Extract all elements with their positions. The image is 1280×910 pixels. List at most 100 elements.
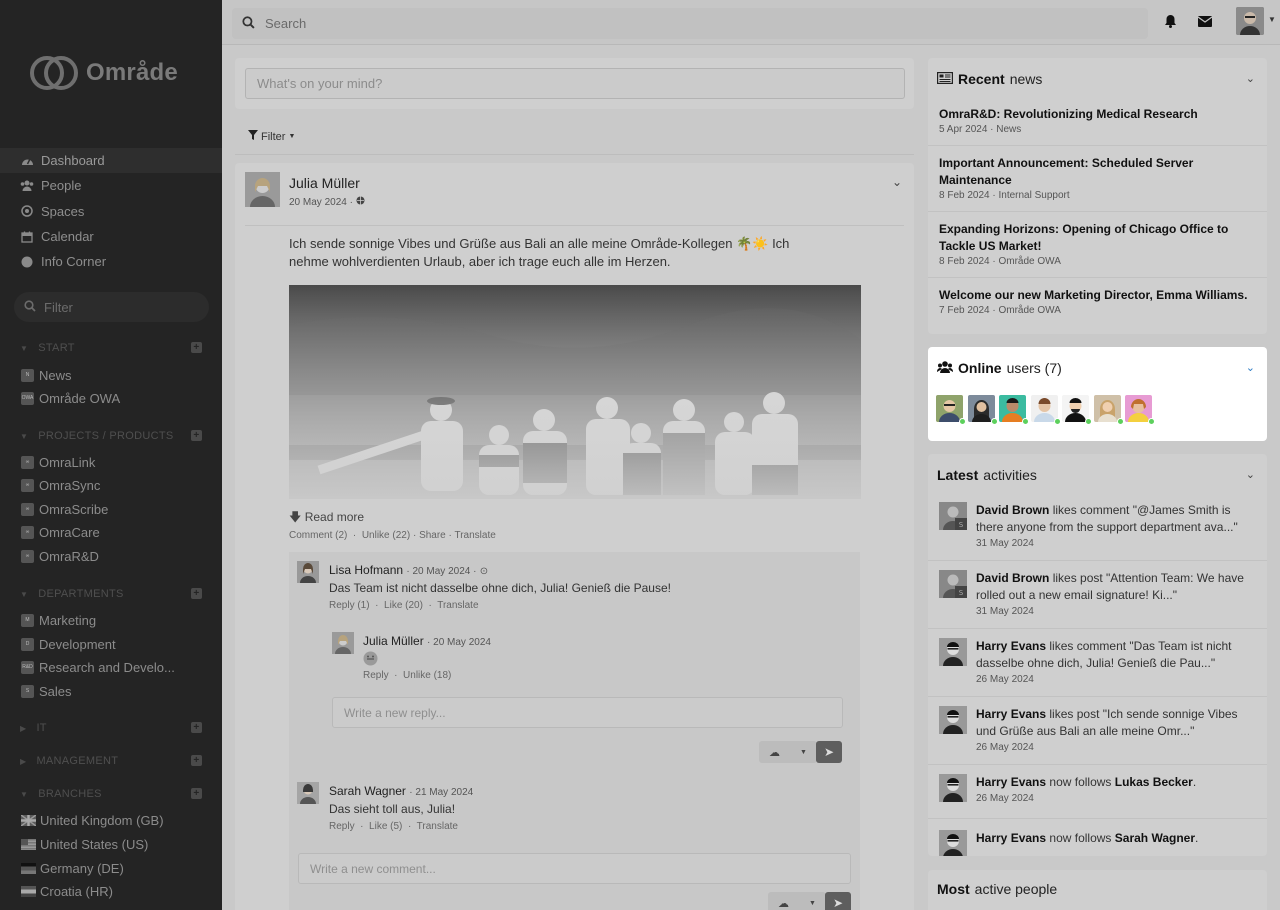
space-hr[interactable]: Croatia (HR)	[21, 881, 113, 901]
post-date[interactable]: 20 May 2024 ·	[289, 197, 353, 208]
chevron-down-icon[interactable]: ▼	[1268, 15, 1276, 24]
space-development[interactable]: D Development	[21, 634, 116, 654]
upload-button[interactable]: ☁ ▼	[759, 741, 817, 763]
activity-target[interactable]: Sarah Wagner	[1115, 831, 1195, 845]
space-omrard[interactable]: ∞ OmraR&D	[21, 546, 99, 566]
user-avatar[interactable]	[1236, 7, 1264, 35]
like-link[interactable]: Like (5)	[369, 821, 402, 832]
space-research[interactable]: R&D Research and Develo...	[21, 657, 175, 677]
activity-item[interactable]: Harry Evans likes post "Ich sende sonnig…	[939, 706, 1259, 756]
bell-icon[interactable]	[1164, 14, 1177, 31]
envelope-icon[interactable]	[1197, 14, 1213, 30]
space-us[interactable]: United States (US)	[21, 834, 148, 854]
section-branches[interactable]: ▼ BRANCHES +	[20, 786, 202, 802]
section-projects[interactable]: ▼ PROJECTS / PRODUCTS +	[20, 428, 202, 444]
space-de[interactable]: Germany (DE)	[21, 858, 124, 878]
comment-input[interactable]: Write a new comment...	[298, 853, 851, 884]
avatar[interactable]	[297, 561, 319, 583]
news-item[interactable]: Expanding Horizons: Opening of Chicago O…	[939, 221, 1257, 267]
activity-item[interactable]: S David Brown likes post "Attention Team…	[939, 570, 1259, 620]
avatar[interactable]	[297, 782, 319, 804]
section-management[interactable]: ▶ MANAGEMENT +	[20, 753, 202, 769]
send-comment-button[interactable]: ➤	[825, 892, 851, 910]
space-marketing[interactable]: M Marketing	[21, 610, 96, 630]
upload-button[interactable]: ☁ ▼	[768, 892, 826, 910]
like-link[interactable]: Like (20)	[384, 600, 423, 611]
online-user-avatar[interactable]	[1094, 395, 1121, 422]
online-user-avatar[interactable]	[936, 395, 963, 422]
chevron-down-icon[interactable]: ⌄	[1246, 361, 1255, 374]
logo[interactable]: Område	[30, 56, 178, 90]
activity-item[interactable]: S David Brown likes comment "@James Smit…	[939, 502, 1259, 552]
news-item[interactable]: Welcome our new Marketing Director, Emma…	[939, 287, 1257, 316]
translate-link[interactable]: Translate	[454, 530, 495, 541]
filter-button[interactable]: Filter ▼	[248, 130, 295, 143]
online-user-avatar[interactable]	[1125, 395, 1152, 422]
space-omralink[interactable]: ∞ OmraLink	[21, 452, 95, 472]
nav-info-corner[interactable]: Info Corner	[0, 249, 222, 274]
space-omrasync[interactable]: ∞ OmraSync	[21, 475, 100, 495]
chevron-down-icon[interactable]: ⌄	[892, 175, 902, 189]
space-omrascribe[interactable]: ∞ OmraScribe	[21, 499, 108, 519]
nav-spaces[interactable]: Spaces	[0, 199, 222, 224]
online-user-avatar[interactable]	[999, 395, 1026, 422]
comment-date[interactable]: · 21 May 2024	[409, 787, 473, 798]
space-news[interactable]: N News	[21, 365, 72, 385]
post-image[interactable]	[289, 285, 861, 499]
add-space-icon[interactable]: +	[191, 588, 202, 599]
activity-target[interactable]: Lukas Becker	[1115, 775, 1193, 789]
avatar[interactable]	[332, 632, 354, 654]
online-user-avatar[interactable]	[1062, 395, 1089, 422]
translate-link[interactable]: Translate	[437, 600, 478, 611]
avatar[interactable]	[245, 172, 280, 207]
comment-date[interactable]: · 20 May 2024 ·	[406, 566, 476, 577]
comment-author-name[interactable]: Sarah Wagner	[329, 784, 406, 798]
reply-date[interactable]: · 20 May 2024	[427, 637, 491, 648]
activity-user[interactable]: Harry Evans	[976, 831, 1046, 845]
space-omrade-owa[interactable]: OWA Område OWA	[21, 388, 120, 408]
space-omracare[interactable]: ∞ OmraCare	[21, 522, 100, 542]
activity-item[interactable]: Harry Evans now follows Lukas Becker. 26…	[939, 774, 1259, 810]
space-uk[interactable]: United Kingdom (GB)	[21, 810, 164, 830]
activity-user[interactable]: David Brown	[976, 503, 1049, 517]
unlike-link[interactable]: Unlike (22)	[362, 530, 410, 541]
add-space-icon[interactable]: +	[191, 722, 202, 733]
activity-user[interactable]: Harry Evans	[976, 707, 1046, 721]
nav-calendar[interactable]: Calendar	[0, 224, 222, 249]
add-space-icon[interactable]: +	[191, 788, 202, 799]
activity-item[interactable]: Harry Evans now follows Sarah Wagner.	[939, 830, 1259, 856]
section-it[interactable]: ▶ IT +	[20, 720, 202, 736]
add-space-icon[interactable]: +	[191, 342, 202, 353]
add-space-icon[interactable]: +	[191, 430, 202, 441]
activity-user[interactable]: Harry Evans	[976, 775, 1046, 789]
nav-dashboard[interactable]: Dashboard	[0, 148, 222, 174]
share-link[interactable]: Share	[419, 530, 446, 541]
online-user-avatar[interactable]	[1031, 395, 1058, 422]
sidebar-filter-input[interactable]: Filter	[14, 292, 209, 322]
comment-link[interactable]: Comment (2)	[289, 530, 347, 541]
read-more-link[interactable]: 🡇 Read more	[289, 508, 364, 529]
post-author[interactable]: Julia Müller	[289, 175, 360, 191]
space-sales[interactable]: S Sales	[21, 681, 72, 701]
reply-author-name[interactable]: Julia Müller	[363, 634, 424, 648]
section-start[interactable]: ▼ START +	[20, 340, 202, 356]
translate-link[interactable]: Translate	[417, 821, 458, 832]
reply-input[interactable]: Write a new reply...	[332, 697, 843, 728]
news-item[interactable]: Important Announcement: Scheduled Server…	[939, 155, 1257, 201]
activity-user[interactable]: Harry Evans	[976, 639, 1046, 653]
unlike-link[interactable]: Unlike (18)	[403, 670, 451, 681]
activity-item[interactable]: Harry Evans likes comment "Das Team ist …	[939, 638, 1259, 688]
section-departments[interactable]: ▼ DEPARTMENTS +	[20, 586, 202, 602]
send-reply-button[interactable]: ➤	[816, 741, 842, 763]
nav-people[interactable]: People	[0, 173, 222, 198]
search-input[interactable]: Search	[232, 8, 1148, 39]
online-user-avatar[interactable]	[968, 395, 995, 422]
reply-link[interactable]: Reply (1)	[329, 600, 370, 611]
activity-user[interactable]: David Brown	[976, 571, 1049, 585]
composer-input[interactable]: What's on your mind?	[245, 68, 905, 99]
chevron-down-icon[interactable]: ⌄	[1246, 468, 1255, 481]
reply-link[interactable]: Reply	[329, 821, 355, 832]
chevron-down-icon[interactable]: ⌄	[1246, 72, 1255, 85]
news-item[interactable]: OmraR&D: Revolutionizing Medical Researc…	[939, 106, 1257, 135]
add-space-icon[interactable]: +	[191, 755, 202, 766]
